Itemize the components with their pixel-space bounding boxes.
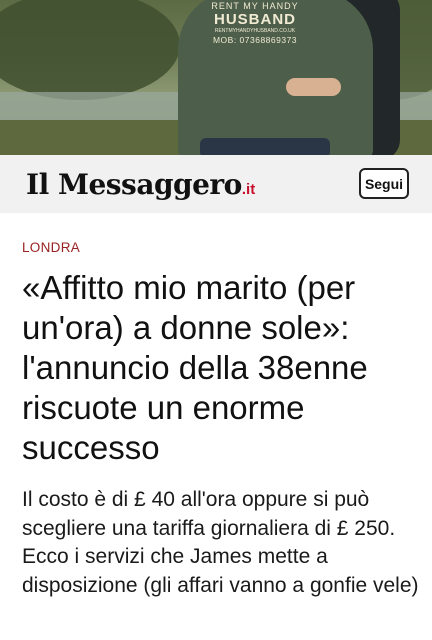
follow-button[interactable]: Segui — [359, 168, 409, 199]
hero-background-trees — [0, 0, 180, 100]
article-subtitle: Il costo è di £ 40 all'ora oppure si può… — [22, 488, 419, 597]
shirt-line-1: RENT MY HANDY — [211, 1, 299, 11]
shirt-line-2: HUSBAND — [214, 11, 296, 28]
publisher-logo[interactable]: Il Messaggero.it — [26, 168, 255, 201]
logo-tld: .it — [241, 181, 256, 198]
shirt-line-3: RENTMYHANDYHUSBAND.CO.UK — [214, 28, 296, 34]
article-headline[interactable]: «Affitto mio marito (per un'ora) a donne… — [22, 268, 420, 468]
shirt-line-4: MOB: 07368869373 — [212, 35, 298, 45]
hero-image: RENT MY HANDY HUSBAND RENTMYHANDYHUSBAND… — [0, 0, 432, 155]
hero-hand — [286, 78, 341, 96]
logo-name: Il Messaggero — [26, 168, 242, 201]
hero-jeans — [200, 138, 330, 155]
hero-shirt-print: RENT MY HANDY HUSBAND RENTMYHANDYHUSBAND… — [200, 2, 310, 45]
publisher-masthead: Il Messaggero.it Segui — [0, 155, 432, 213]
article-category[interactable]: LONDRA — [22, 240, 80, 255]
